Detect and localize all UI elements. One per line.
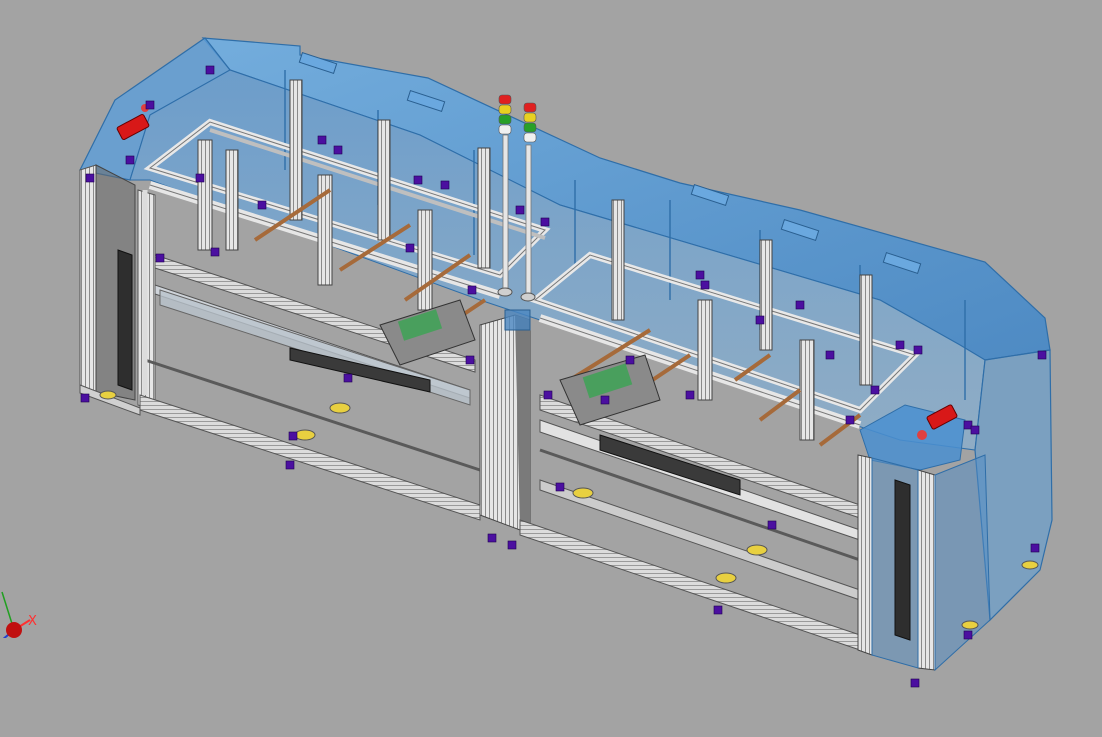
constraint-marker	[333, 145, 343, 155]
constraint-marker	[205, 65, 215, 75]
constraint-marker	[288, 431, 298, 441]
constraint-marker	[467, 285, 477, 295]
constraint-marker	[440, 180, 450, 190]
signal-light	[498, 104, 512, 115]
constraint-marker	[125, 155, 135, 165]
constraint-marker	[155, 253, 165, 263]
constraint-marker	[685, 390, 695, 400]
constraint-marker	[145, 100, 155, 110]
constraint-marker	[767, 520, 777, 530]
constraint-marker	[543, 390, 553, 400]
signal-light	[498, 94, 512, 105]
constraint-marker	[413, 175, 423, 185]
constraint-marker	[870, 385, 880, 395]
signal-light	[523, 122, 537, 133]
x-axis-label: X	[28, 614, 37, 629]
constraint-marker	[795, 300, 805, 310]
constraint-marker	[845, 415, 855, 425]
constraint-marker	[515, 205, 525, 215]
constraint-marker	[555, 482, 565, 492]
constraint-marker	[755, 315, 765, 325]
indicator-light-right	[917, 430, 927, 440]
center-post[interactable]	[479, 309, 531, 531]
constraint-marker	[700, 280, 710, 290]
signal-light	[498, 124, 512, 135]
constraint-marker	[285, 460, 295, 470]
constraint-marker	[487, 533, 497, 543]
signal-light	[523, 132, 537, 143]
constraint-marker	[85, 173, 95, 183]
constraint-marker	[317, 135, 327, 145]
constraint-marker	[343, 373, 353, 383]
constraint-marker	[465, 355, 475, 365]
signal-light	[523, 102, 537, 113]
constraint-marker	[970, 425, 980, 435]
constraint-marker	[825, 350, 835, 360]
signal-light	[498, 114, 512, 125]
constraint-marker	[895, 340, 905, 350]
constraint-marker	[963, 630, 973, 640]
constraint-marker	[713, 605, 723, 615]
constraint-marker	[913, 345, 923, 355]
constraint-marker	[195, 173, 205, 183]
signal-light	[523, 112, 537, 123]
constraint-marker	[405, 243, 415, 253]
constraint-marker	[1030, 543, 1040, 553]
triad-origin	[6, 622, 22, 638]
constraint-marker	[1037, 350, 1047, 360]
tower-pole	[525, 144, 532, 301]
constraint-marker	[540, 217, 550, 227]
cad-viewport[interactable]: X	[0, 0, 1102, 737]
constraint-marker	[507, 540, 517, 550]
constraint-marker	[910, 678, 920, 688]
constraint-marker	[695, 270, 705, 280]
tower-pole	[502, 134, 509, 291]
coordinate-triad[interactable]: X	[0, 578, 48, 638]
constraint-marker	[80, 393, 90, 403]
constraint-marker	[600, 395, 610, 405]
constraint-marker	[210, 247, 220, 257]
machine-assembly-model[interactable]	[0, 0, 1102, 737]
constraint-marker	[625, 355, 635, 365]
constraint-marker	[257, 200, 267, 210]
